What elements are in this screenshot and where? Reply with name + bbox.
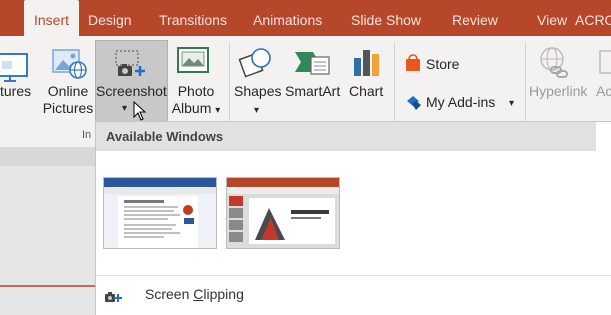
tab-design[interactable]: Design (88, 0, 132, 36)
chart-icon[interactable] (352, 46, 382, 83)
smartart-label[interactable]: SmartArt (285, 83, 340, 100)
screenshot-label: Screenshot (96, 83, 167, 99)
screen-clipping-label-prefix: Screen (145, 286, 194, 302)
dropdown-separator (96, 275, 611, 276)
screenshot-caret-icon: ▾ (122, 103, 128, 114)
photo-album-caret-icon: ▾ (215, 105, 221, 116)
word-document-window-thumbnail-icon (104, 178, 216, 248)
photo-album-label-line2: Album (171, 100, 212, 116)
smartart-icon[interactable] (293, 48, 333, 83)
workspace-band (0, 148, 95, 166)
group-separator (394, 42, 395, 128)
action-icon[interactable] (599, 50, 611, 79)
tab-view[interactable]: View (537, 0, 567, 36)
group-separator (525, 42, 526, 128)
powerpoint-window-thumbnail-icon (227, 178, 339, 248)
photo-album-icon[interactable] (176, 44, 214, 81)
online-pictures-label[interactable]: Online Pictures (42, 83, 94, 117)
screen-clipping-icon (104, 289, 122, 308)
tab-review[interactable]: Review (452, 0, 498, 36)
my-addins-caret-icon[interactable]: ▾ (509, 95, 514, 112)
tab-transitions[interactable]: Transitions (159, 0, 227, 36)
mouse-pointer-icon (133, 100, 147, 126)
tab-acrobat[interactable]: ACRO (575, 0, 611, 36)
my-addins-label[interactable]: My Add-ins (426, 94, 495, 111)
window-thumbnail-word[interactable] (103, 177, 217, 249)
shapes-label[interactable]: Shapes (234, 83, 281, 100)
tab-insert[interactable]: Insert (24, 0, 80, 36)
hyperlink-label[interactable]: Hyperlink (529, 83, 587, 100)
my-addins-icon[interactable] (405, 93, 423, 116)
tab-animations[interactable]: Animations (253, 0, 322, 36)
images-group-label: In (82, 129, 92, 141)
photo-album-label-line1: Photo (177, 83, 215, 99)
powerpoint-window: Insert Design Transitions Animations Sli… (0, 0, 611, 315)
ribbon-tab-bar: Insert Design Transitions Animations Sli… (0, 0, 611, 36)
available-windows-title: Available Windows (106, 129, 224, 144)
workspace-accent-line (0, 285, 95, 287)
online-pictures-icon[interactable] (51, 44, 87, 85)
store-icon[interactable] (405, 54, 421, 77)
shapes-icon[interactable] (238, 46, 274, 83)
screenshot-icon (113, 49, 149, 84)
window-thumbnail-powerpoint[interactable] (226, 177, 340, 249)
chart-label[interactable]: Chart (349, 83, 383, 100)
group-separator (229, 42, 230, 128)
available-windows-header: Available Windows (96, 122, 596, 151)
shapes-caret-icon[interactable]: ▾ (254, 102, 259, 119)
screen-clipping-label-suffix: lipping (203, 286, 244, 302)
screen-clipping-label: Screen Clipping (145, 286, 244, 302)
online-pictures-label-line1: Online (47, 83, 89, 99)
screen-clipping-menu-item[interactable]: Screen Clipping (96, 280, 611, 308)
slide-workspace (0, 148, 95, 315)
hyperlink-icon[interactable] (537, 45, 571, 84)
screen-clipping-accesskey: C (193, 286, 204, 302)
screenshot-dropdown: Available Windows Screen Clipping (95, 121, 611, 315)
pictures-label[interactable]: tures (0, 83, 31, 100)
photo-album-label[interactable]: Photo Album ▾ (168, 83, 224, 119)
pictures-icon[interactable] (0, 50, 34, 87)
action-label[interactable]: Ac (596, 83, 611, 100)
tab-slide-show[interactable]: Slide Show (351, 0, 421, 36)
store-label[interactable]: Store (426, 56, 459, 73)
online-pictures-label-line2: Pictures (42, 100, 94, 116)
